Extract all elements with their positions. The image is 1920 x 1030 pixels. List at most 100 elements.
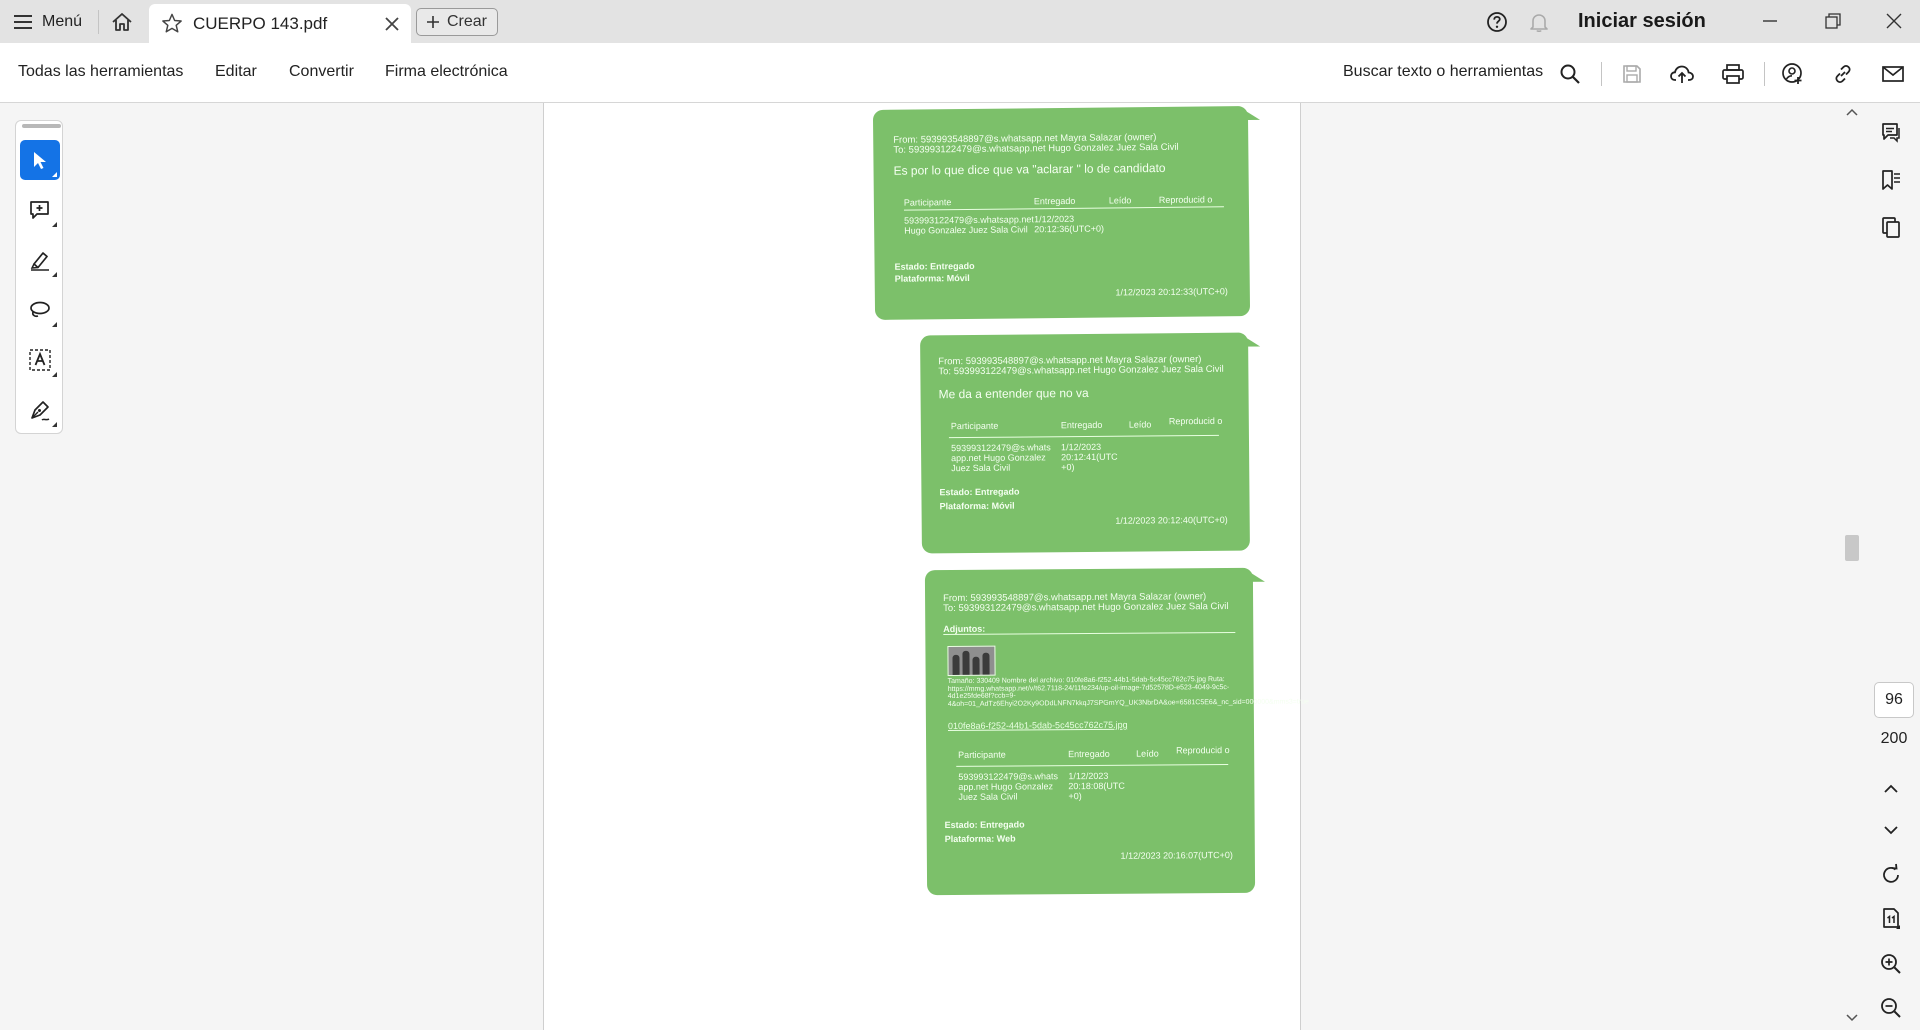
delivered-cell: 1/12/2023 20:12:36(UTC+0) [1034, 213, 1105, 235]
help-icon[interactable] [1486, 11, 1508, 33]
col-played: Reproducid o [1168, 415, 1223, 427]
current-page-input[interactable]: 96 [1874, 682, 1914, 718]
sign-tool[interactable] [20, 390, 60, 430]
message-status: Estado: Entregado [894, 260, 975, 272]
comments-icon[interactable] [1876, 118, 1906, 148]
table-rule [948, 434, 1219, 439]
email-icon[interactable] [1879, 60, 1907, 88]
close-tab-icon[interactable] [385, 16, 399, 31]
whatsapp-message: From: 593993548897@s.whatsapp.net Mayra … [924, 567, 1309, 896]
plus-icon [426, 16, 439, 28]
message-to: To: 593993122479@s.whatsapp.net Hugo Gon… [943, 601, 1229, 615]
scrollbar-thumb[interactable] [1845, 535, 1859, 561]
edit-menu[interactable]: Editar [215, 63, 257, 81]
participant-cell: 593993122479@s.whats app.net Hugo Gonzal… [958, 771, 1059, 802]
message-platform: Plataforma: Móvil [894, 272, 970, 284]
divider [1601, 62, 1602, 86]
minimize-button[interactable] [1755, 8, 1785, 34]
hamburger-icon [14, 15, 32, 29]
search-icon[interactable] [1556, 60, 1584, 88]
message-status: Estado: Entregado [939, 486, 1020, 498]
zoom-out-icon[interactable] [1876, 993, 1906, 1023]
participant-cell: 593993122479@s.whats app.net Hugo Gonzal… [950, 442, 1051, 474]
select-tool[interactable] [20, 140, 60, 180]
table-rule [903, 206, 1224, 211]
col-delivered: Entregado [1060, 419, 1103, 431]
attachment-thumbnail[interactable] [947, 645, 996, 676]
share-user-icon[interactable] [1779, 60, 1807, 88]
add-comment-tool[interactable] [20, 190, 60, 230]
close-window-button[interactable] [1879, 8, 1909, 34]
text-box-icon [29, 349, 51, 371]
attachment-metadata: Tamaño: 330409 Nombre del archivo: 010fe… [947, 676, 1309, 708]
col-read: Leído [1108, 195, 1132, 206]
comment-plus-icon [30, 201, 49, 219]
vertical-scrollbar[interactable] [1843, 103, 1862, 1030]
star-icon[interactable] [161, 13, 183, 34]
pdf-page: From: 593993548897@s.whatsapp.net Mayra … [543, 103, 1309, 1030]
zoom-in-icon[interactable] [1876, 949, 1906, 979]
message-timestamp: 1/12/2023 20:16:07(UTC+0) [1120, 850, 1233, 861]
message-timestamp: 1/12/2023 20:12:33(UTC+0) [1115, 286, 1228, 298]
e-signature-menu[interactable]: Firma electrónica [385, 63, 508, 81]
highlight-tool[interactable] [20, 240, 60, 280]
lasso-draw-icon [30, 301, 50, 318]
attachments-label: Adjuntos: [943, 623, 986, 635]
menu-button[interactable]: Menú [14, 8, 82, 36]
total-pages: 200 [1880, 730, 1908, 747]
draw-tool[interactable] [20, 290, 60, 330]
participant-cell: 593993122479@s.whatsapp.net Hugo Gonzale… [904, 214, 1034, 236]
col-played: Reproducid o [1158, 194, 1213, 205]
link-icon[interactable] [1829, 60, 1857, 88]
panel-drag-handle[interactable] [22, 124, 61, 128]
page-thumbnails-icon[interactable] [1876, 212, 1906, 242]
whatsapp-message: From: 593993548897@s.whatsapp.net Mayra … [920, 332, 1261, 554]
create-button[interactable]: Crear [416, 8, 498, 36]
page-fit-icon[interactable] [1876, 904, 1906, 934]
message-text: Es por lo que dice que va "aclarar " lo … [893, 160, 1166, 178]
message-platform: Plataforma: Móvil [939, 500, 1015, 512]
rotate-refresh-icon[interactable] [1876, 860, 1906, 890]
scroll-up-arrow-icon[interactable] [1846, 108, 1858, 116]
all-tools-menu[interactable]: Todas las herramientas [18, 63, 183, 81]
notifications-bell-icon[interactable] [1528, 11, 1550, 33]
message-status: Estado: Entregado [944, 819, 1025, 831]
save-icon[interactable] [1618, 60, 1646, 88]
menu-label: Menú [42, 13, 83, 30]
sign-in-button[interactable]: Iniciar sesión [1578, 10, 1706, 33]
search-tools-button[interactable]: Buscar texto o herramientas [1343, 63, 1543, 81]
table-rule [956, 764, 1229, 767]
document-tab[interactable]: CUERPO 143.pdf [149, 4, 411, 43]
divider [1764, 62, 1765, 86]
col-delivered: Entregado [1068, 748, 1110, 760]
upload-cloud-icon[interactable] [1668, 60, 1696, 88]
message-timestamp: 1/12/2023 20:12:40(UTC+0) [1115, 514, 1228, 526]
text-box-tool[interactable] [20, 340, 60, 380]
restore-icon [1825, 13, 1841, 29]
whatsapp-message: From: 593993548897@s.whatsapp.net Mayra … [872, 105, 1261, 320]
message-text: Me da a entender que no va [938, 385, 1089, 402]
col-participant: Participante [950, 420, 999, 432]
print-icon[interactable] [1719, 60, 1747, 88]
bookmarks-icon[interactable] [1876, 165, 1906, 195]
attachment-link[interactable]: 010fe8a6-f252-44b1-5dab-5c45cc762c75.jpg [948, 720, 1128, 731]
right-rail [1862, 103, 1920, 1030]
restore-button[interactable] [1818, 8, 1848, 34]
col-read: Leído [1128, 419, 1152, 430]
col-delivered: Entregado [1033, 195, 1076, 207]
home-button[interactable] [108, 9, 136, 35]
message-to: To: 593993122479@s.whatsapp.net Hugo Gon… [938, 363, 1224, 378]
minimize-icon [1763, 20, 1777, 22]
previous-page-chevron-up-icon[interactable] [1876, 774, 1906, 804]
pen-nib-icon [31, 401, 50, 421]
message-platform: Plataforma: Web [944, 833, 1016, 845]
close-icon [1886, 13, 1902, 29]
next-page-chevron-down-icon[interactable] [1876, 815, 1906, 845]
scroll-down-arrow-icon[interactable] [1846, 1014, 1858, 1022]
col-played: Reproducid o [1176, 745, 1230, 756]
col-participant: Participante [958, 749, 1006, 760]
tab-title: CUERPO 143.pdf [193, 13, 328, 33]
convert-menu[interactable]: Convertir [289, 63, 354, 81]
message-to: To: 593993122479@s.whatsapp.net Hugo Gon… [893, 141, 1179, 156]
divider [98, 10, 99, 34]
